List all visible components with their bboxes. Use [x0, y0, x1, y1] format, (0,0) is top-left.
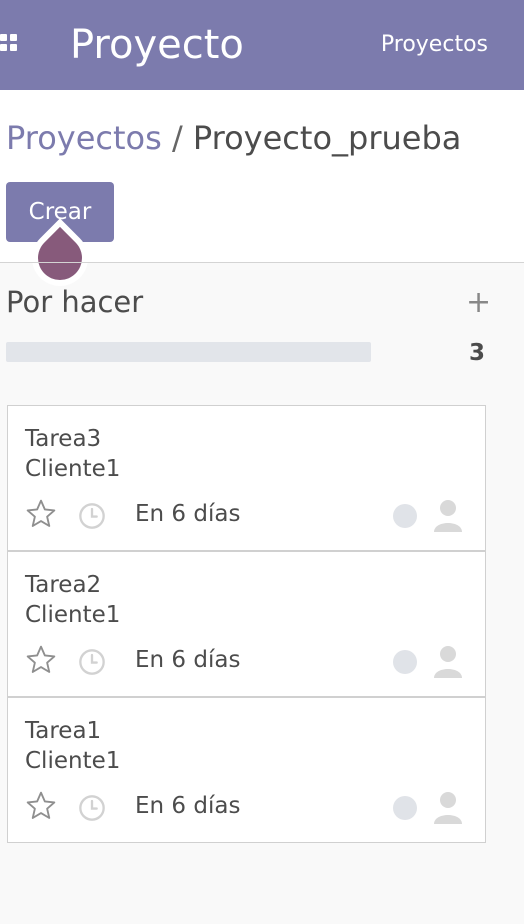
breadcrumb-parent-link[interactable]: Proyectos [6, 119, 162, 157]
clock-icon[interactable] [78, 502, 106, 530]
card-task-name: Tarea3 [25, 426, 102, 452]
top-navbar: Proyecto Proyectos [0, 0, 524, 90]
breadcrumb-current: Proyecto_prueba [192, 119, 462, 157]
star-outline-icon[interactable] [24, 790, 58, 822]
column-progress-bar[interactable] [6, 342, 371, 362]
card-client-name: Cliente1 [25, 456, 121, 482]
apps-grid-icon[interactable] [0, 34, 20, 54]
star-outline-icon[interactable] [24, 644, 58, 676]
card-task-name: Tarea2 [25, 572, 102, 598]
breadcrumb: Proyectos / Proyecto_prueba [6, 112, 461, 164]
card-task-name: Tarea1 [25, 718, 102, 744]
card-deadline: En 6 días [135, 647, 241, 673]
user-placeholder-icon [434, 500, 462, 532]
status-circle-icon[interactable] [393, 504, 417, 528]
clock-icon[interactable] [78, 648, 106, 676]
user-placeholder-icon [434, 792, 462, 824]
kanban-card-tarea1[interactable]: Tarea1 Cliente1 En 6 días [7, 697, 486, 843]
card-client-name: Cliente1 [25, 602, 121, 628]
clock-icon[interactable] [78, 794, 106, 822]
status-circle-icon[interactable] [393, 796, 417, 820]
card-client-name: Cliente1 [25, 748, 121, 774]
app-title: Proyecto [70, 22, 244, 68]
plus-icon[interactable]: + [466, 286, 491, 320]
status-circle-icon[interactable] [393, 650, 417, 674]
kanban-card-tarea3[interactable]: Tarea3 Cliente1 En 6 días [7, 405, 486, 551]
column-title: Por hacer [6, 285, 144, 319]
star-outline-icon[interactable] [24, 498, 58, 530]
kanban-card-tarea2[interactable]: Tarea2 Cliente1 En 6 días [7, 551, 486, 697]
column-count: 3 [469, 340, 486, 366]
user-placeholder-icon [434, 646, 462, 678]
card-deadline: En 6 días [135, 501, 241, 527]
divider [0, 262, 524, 263]
card-deadline: En 6 días [135, 793, 241, 819]
breadcrumb-separator: / [171, 119, 183, 157]
nav-menu-proyectos[interactable]: Proyectos [381, 30, 488, 60]
